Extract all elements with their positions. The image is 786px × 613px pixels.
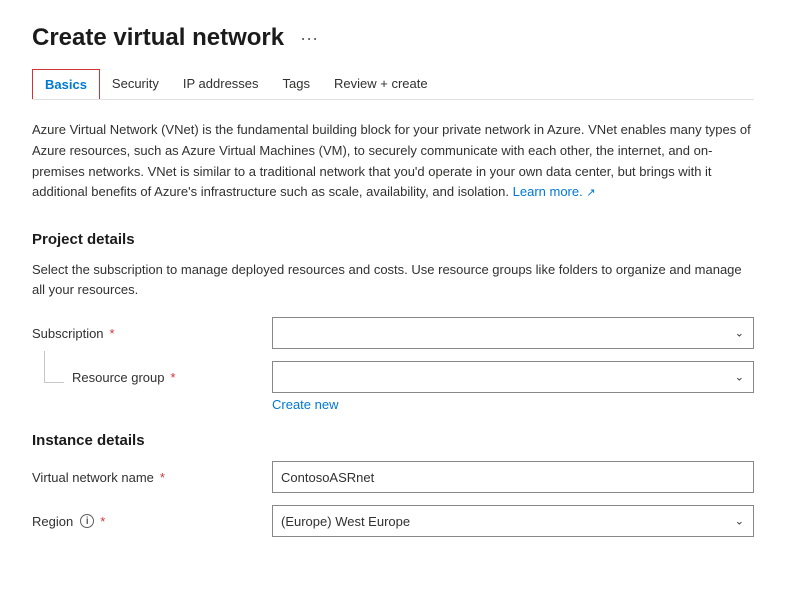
subscription-required: * [110, 326, 115, 341]
tab-basics[interactable]: Basics [32, 69, 100, 99]
tab-ip-addresses[interactable]: IP addresses [171, 68, 271, 99]
resource-group-row: Resource group * ⌄ [32, 361, 754, 393]
subscription-row: Subscription * ⌄ [32, 317, 754, 349]
vnet-name-input[interactable] [272, 461, 754, 493]
vnet-description: Azure Virtual Network (VNet) is the fund… [32, 120, 754, 203]
create-new-container: Create new [272, 397, 754, 412]
vnet-name-control [272, 461, 754, 493]
project-details-section: Project details Select the subscription … [32, 231, 754, 412]
learn-more-link[interactable]: Learn more. ↗ [513, 184, 596, 199]
region-label: Region i * [32, 514, 272, 529]
region-dropdown[interactable]: (Europe) West Europe [272, 505, 754, 537]
project-details-description: Select the subscription to manage deploy… [32, 260, 754, 299]
indent-line [44, 351, 64, 383]
instance-details-title: Instance details [32, 432, 754, 449]
description-text: Azure Virtual Network (VNet) is the fund… [32, 122, 751, 199]
vnet-name-row: Virtual network name * [32, 461, 754, 493]
region-row: Region i * (Europe) West Europe ⌄ [32, 505, 754, 537]
resource-group-control: ⌄ [272, 361, 754, 393]
tab-review-create[interactable]: Review + create [322, 68, 440, 99]
ellipsis-button[interactable]: ··· [294, 26, 324, 51]
learn-more-label: Learn more. [513, 184, 583, 199]
vnet-name-label: Virtual network name * [32, 470, 272, 485]
vnet-name-required: * [160, 470, 165, 485]
project-details-title: Project details [32, 231, 754, 248]
tab-tags[interactable]: Tags [271, 68, 322, 99]
tab-security[interactable]: Security [100, 68, 171, 99]
instance-details-section: Instance details Virtual network name * … [32, 432, 754, 537]
region-control: (Europe) West Europe ⌄ [272, 505, 754, 537]
resource-group-required: * [171, 370, 176, 385]
region-info-icon: i [80, 514, 94, 528]
subscription-label: Subscription * [32, 326, 272, 341]
external-link-icon: ↗ [586, 187, 595, 199]
subscription-dropdown[interactable] [272, 317, 754, 349]
tab-bar: Basics Security IP addresses Tags Review… [32, 68, 754, 100]
create-new-link[interactable]: Create new [272, 397, 338, 412]
subscription-control: ⌄ [272, 317, 754, 349]
resource-group-label: Resource group * [64, 370, 264, 385]
page-title: Create virtual network [32, 24, 284, 52]
resource-group-dropdown[interactable] [272, 361, 754, 393]
region-required: * [100, 514, 105, 529]
